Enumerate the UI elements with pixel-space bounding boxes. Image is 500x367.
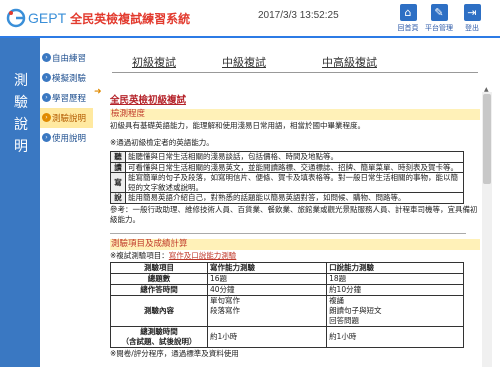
sidebar-title-bar: 測驗說明 (0, 38, 40, 367)
ability-desc: 能用簡易英語介紹自己，對熟悉的話題能以簡易英語對答，如問候、購物、問路等。 (125, 192, 464, 204)
test-items-table: 測驗項目 寫作能力測驗 口說能力測驗 總題數 16題 18題 總作答時間 40分… (110, 261, 464, 348)
tab-high-intermediate[interactable]: 中高級複試 (322, 54, 377, 70)
chevron-right-icon: › (42, 73, 51, 82)
column-header: 測驗項目 (110, 261, 208, 274)
row-header: 總題數 (110, 272, 208, 285)
table-row: 寫 能寫簡單的句子及段落，如寫明信片、便條、賀卡及填表格等。對一般日常生活相關的… (110, 172, 464, 193)
column-header: 寫作能力測驗 (206, 261, 328, 274)
table-cell: 單句寫作 段落寫作 (206, 294, 328, 327)
note-items-link[interactable]: 寫作及口說能力測驗 (169, 251, 237, 260)
note-items: ※複試測驗項目：寫作及口說能力測驗 (110, 251, 480, 261)
ability-key: 聽 (110, 151, 126, 163)
sidebar-title: 測驗說明 (14, 73, 28, 155)
footer-note: ※閱卷/評分程序，通過標準及資料使用 (110, 348, 239, 358)
sidebar-item-free-practice[interactable]: › 自由練習 (40, 48, 93, 68)
logo-text: GEPT (28, 10, 67, 26)
table-cell: 複誦 朗讀句子與短文 回答問題 (326, 294, 464, 327)
chevron-right-icon: › (42, 93, 51, 102)
table-row: 總測驗時間 （含試題、試後說明） 約1小時 約1小時 (110, 325, 464, 348)
note-items-prefix: ※複試測驗項目： (110, 250, 169, 260)
active-arrow-icon: ➜ (94, 87, 102, 97)
admin-button[interactable]: ✎ 平台管理 (424, 4, 454, 33)
ability-key: 寫 (110, 172, 126, 193)
row-header: 總測驗時間 （含試題、試後說明） (110, 325, 208, 348)
ability-desc: 能聽懂與日常生活相關的淺易談話，包括價格、時間及地點等。 (125, 151, 464, 163)
table-row: 測驗內容 單句寫作 段落寫作 複誦 朗讀句子與短文 回答問題 (110, 294, 464, 327)
sidebar-item-history[interactable]: › 學習歷程 (40, 88, 93, 108)
logout-icon: ⇥ (463, 4, 481, 21)
admin-label: 平台管理 (425, 24, 453, 32)
datetime: 2017/3/3 13:52:25 (258, 10, 339, 21)
home-icon: ⌂ (399, 4, 417, 21)
logout-label: 登出 (465, 24, 479, 32)
ability-desc: 可看懂與日常生活相關的淺易英文，並能閱讀路標、交通標誌、招牌、簡單菜單、時刻表及… (125, 161, 464, 173)
table-row: 聽 能聽懂與日常生活相關的淺易談話，包括價格、時間及地點等。 (110, 151, 464, 163)
table-cell: 約1小時 (326, 325, 464, 348)
intro-text: 初級具有基礎英語能力，能理解和使用淺易日常用語，相當於國中畢業程度。 (110, 121, 365, 130)
sidebar-item-label: 使用說明 (52, 134, 87, 144)
row-header: 測驗內容 (110, 294, 208, 327)
row-header: 總作答時間 (110, 283, 208, 296)
sidebar-item-label: 自由練習 (52, 54, 87, 64)
table-row: 總題數 16題 18題 (110, 272, 464, 285)
sidebar-item-label: 學習歷程 (52, 94, 87, 104)
chevron-right-icon: › (42, 133, 51, 142)
table-cell: 約10分鐘 (326, 283, 464, 296)
main-content: 全民英檢初級複試 檢測程度 初級具有基礎英語能力，能理解和使用淺易日常用語，相當… (110, 92, 480, 360)
table-header-row: 測驗項目 寫作能力測驗 口說能力測驗 (110, 261, 464, 274)
ability-key: 說 (110, 192, 126, 204)
gept-logo-icon (6, 8, 26, 28)
chevron-right-icon: › (42, 53, 51, 62)
table-cell: 40分鐘 (206, 283, 328, 296)
header: GEPT 全民英檢複試練習系統 2017/3/3 13:52:25 ⌂ 回首頁 … (0, 0, 500, 36)
sidebar-item-test-info[interactable]: › 測驗說明 (40, 108, 93, 128)
home-label: 回首頁 (397, 24, 419, 32)
table-cell: 約1小時 (206, 325, 328, 348)
ability-table: 聽 能聽懂與日常生活相關的淺易談話，包括價格、時間及地點等。 讀 可看懂與日常生… (110, 151, 464, 204)
home-button[interactable]: ⌂ 回首頁 (393, 4, 423, 33)
chevron-right-icon: › (42, 113, 51, 122)
scrollbar-thumb[interactable] (483, 94, 491, 184)
section-heading-level: 檢測程度 (110, 109, 480, 120)
reference-text: 參考：一般行政助理、維修技術人員、百貨業、餐飲業、旅館業或觀光景點服務人員、計程… (110, 204, 478, 224)
sidebar-item-label: 測驗說明 (52, 114, 87, 124)
scrollbar[interactable]: ▲ (482, 86, 492, 367)
level-tabs: 初級複試 中級複試 中高級複試 (112, 54, 478, 73)
column-header: 口說能力測驗 (326, 261, 464, 274)
tab-elementary[interactable]: 初級複試 (132, 54, 176, 70)
table-cell: 16題 (206, 272, 328, 285)
scroll-up-icon[interactable]: ▲ (484, 86, 489, 93)
page-title: 全民英檢初級複試 (110, 95, 187, 106)
logout-button[interactable]: ⇥ 登出 (457, 4, 487, 33)
table-row: 總作答時間 40分鐘 約10分鐘 (110, 283, 464, 296)
tab-intermediate[interactable]: 中級複試 (222, 54, 266, 70)
logo[interactable]: GEPT 全民英檢複試練習系統 (6, 7, 190, 29)
table-cell: 18題 (326, 272, 464, 285)
ability-key: 讀 (110, 161, 126, 173)
sidebar-menu: › 自由練習 › 模擬測驗 › 學習歷程 › 測驗說明 › 使用說明 (40, 38, 93, 367)
table-row: 說 能用簡易英語介紹自己，對熟悉的話題能以簡易英語對答，如問候、購物、問路等。 (110, 192, 464, 204)
divider (110, 232, 466, 234)
table-row: 讀 可看懂與日常生活相關的淺易英文，並能閱讀路標、交通標誌、招牌、簡單菜單、時刻… (110, 161, 464, 173)
sidebar-item-user-guide[interactable]: › 使用說明 (40, 128, 93, 148)
section-heading-items: 測驗項目及成績計算 (110, 238, 480, 250)
wrench-icon: ✎ (430, 4, 448, 21)
app-title: 全民英檢複試練習系統 (70, 11, 191, 26)
sidebar-item-mock-test[interactable]: › 模擬測驗 (40, 68, 93, 88)
sidebar-item-label: 模擬測驗 (52, 74, 87, 84)
ability-desc: 能寫簡單的句子及段落，如寫明信片、便條、賀卡及填表格等。對一般日常生活相關的事物… (125, 172, 464, 193)
note-abilities: ※通過初級檢定者的英語能力。 (110, 138, 214, 147)
